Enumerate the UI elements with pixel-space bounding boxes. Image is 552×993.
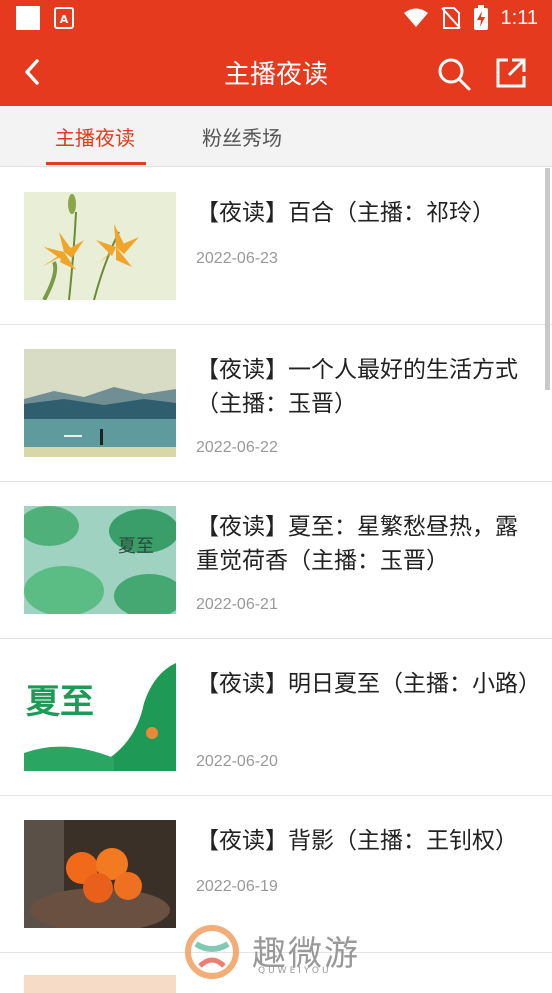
tab-anchor-night-reading[interactable]: 主播夜读 [55,122,135,151]
list-item[interactable]: 夏至 【夜读】明日夏至（主播：小路） 2022-06-20 [0,639,552,796]
app-notification-icon: A [54,7,74,29]
lake-thumbnail [24,349,176,457]
scrollbar[interactable] [545,168,550,390]
item-title: 【夜读】明日夏至（主播：小路） [196,671,541,697]
item-date: 2022-06-19 [196,878,278,895]
oranges-thumbnail [24,820,176,928]
thumb-caption: 夏至 [26,682,94,722]
item-date: 2022-06-21 [196,596,278,613]
no-sim-icon [440,7,461,29]
search-icon[interactable] [436,56,472,92]
item-date: 2022-06-20 [196,753,278,770]
lotus-thumbnail: 夏至 [24,506,176,614]
item-date: 2022-06-22 [196,439,278,456]
list-item[interactable]: 【夜读】一个人最好的生活方式（主播：玉晋） 2022-06-22 [0,325,552,482]
lily-thumbnail [24,192,176,300]
toolbar: 主播夜读 [0,38,552,106]
clock: 1:11 [500,6,538,29]
active-tab-indicator [46,162,146,165]
item-title: 【夜读】夏至：星繁愁昼热，露重觉荷香（主播：玉晋） [196,514,518,574]
list-item[interactable]: 夏至 【夜读】夏至：星繁愁昼热，露重觉荷香（主播：玉晋） 2022-06-21 [0,482,552,639]
quweiyou-logo-icon [185,925,239,979]
item-title: 【夜读】背影（主播：王钊权） [196,828,518,854]
thumb-caption: 夏至 [118,536,154,557]
battery-charging-icon [473,5,488,30]
watermark-sub: QUWEIYOU [258,966,332,976]
share-icon[interactable] [494,56,528,90]
item-title: 【夜读】百合（主播：祁玲） [196,200,495,226]
watermark: 趣微游 QUWEIYOU [180,920,380,980]
status-bar: A 1:11 [0,0,552,38]
item-date: 2022-06-23 [196,250,278,267]
wifi-icon [403,8,428,27]
tab-bar: 主播夜读 粉丝秀场 [0,106,552,167]
summer-solstice-thumbnail: 夏至 [24,663,176,771]
tab-fan-show[interactable]: 粉丝秀场 [202,122,282,151]
list-item[interactable]: 【夜读】百合（主播：祁玲） 2022-06-23 [0,168,552,325]
item-title: 【夜读】一个人最好的生活方式（主播：玉晋） [196,357,518,417]
thumbnail-partial [24,975,176,993]
notification-square-icon [16,6,40,30]
